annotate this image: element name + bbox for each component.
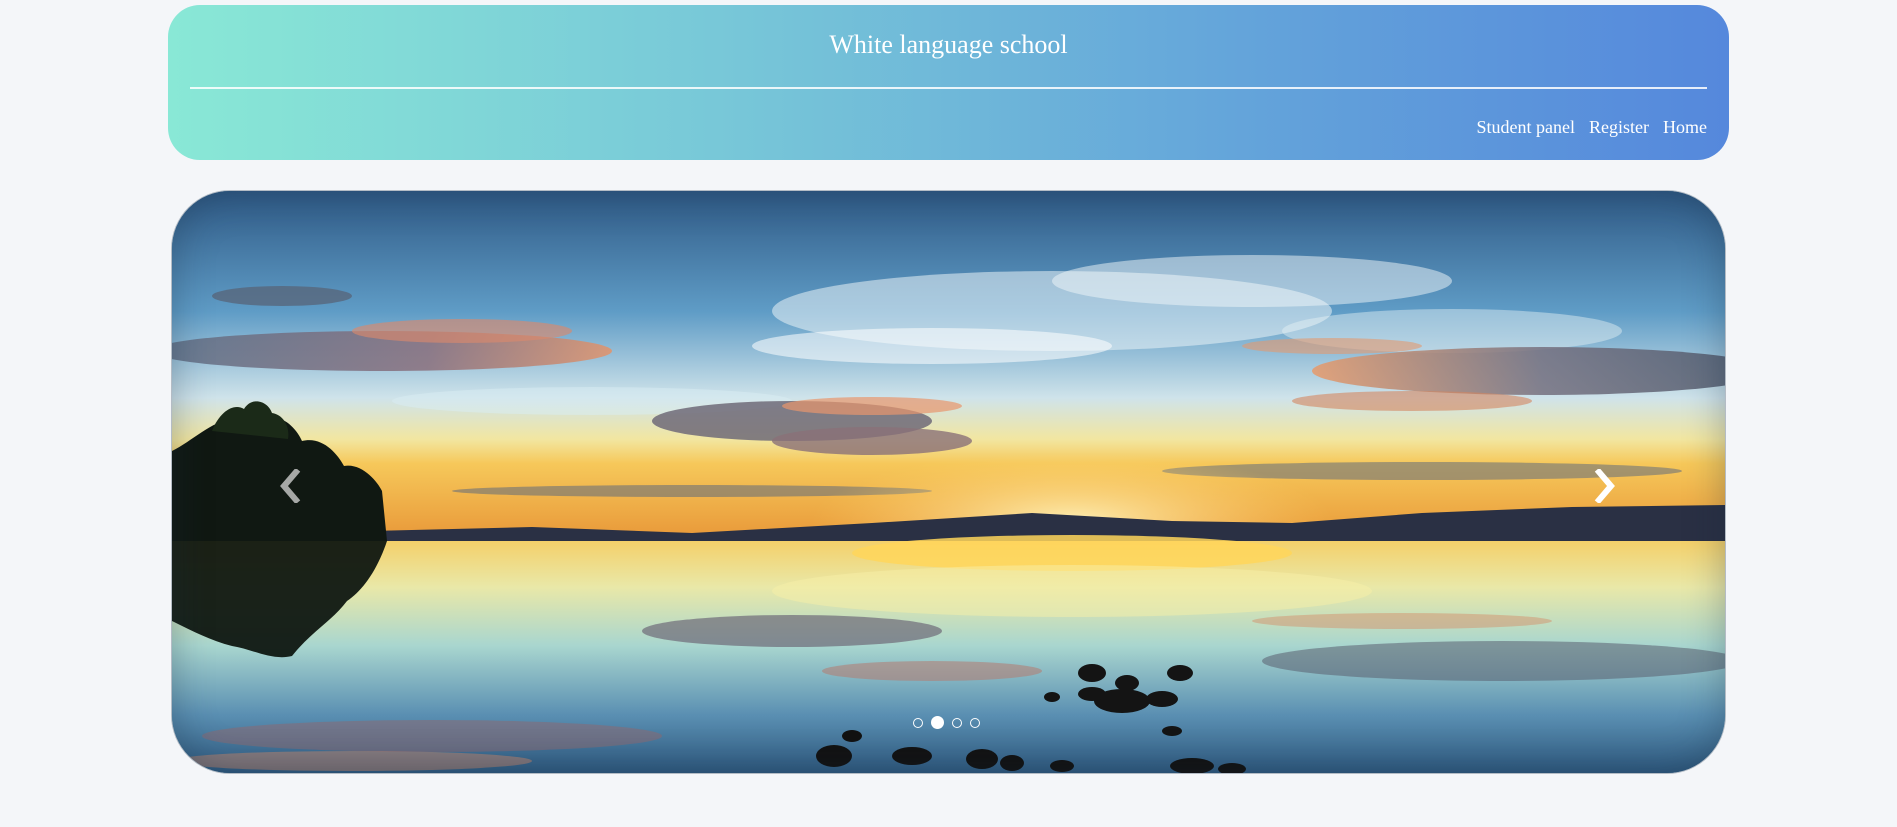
carousel-indicator-2[interactable] [931,716,944,729]
nav-link-student-panel[interactable]: Student panel [1477,116,1575,138]
site-title: White language school [829,30,1068,59]
image-carousel [172,191,1725,773]
nav-link-home[interactable]: Home [1663,116,1707,138]
carousel-indicators [913,716,980,729]
main-nav: Student panel Register Home [1477,116,1707,138]
carousel-indicator-4[interactable] [970,717,980,728]
carousel-indicator-1[interactable] [913,717,923,728]
carousel-indicator-3[interactable] [952,717,962,728]
header-divider [190,87,1707,89]
chevron-right-icon [1594,469,1615,503]
nav-link-register[interactable]: Register [1589,116,1649,138]
carousel-prev-button[interactable] [275,466,305,506]
chevron-left-icon [280,469,301,503]
carousel-next-button[interactable] [1590,466,1620,506]
carousel-vignette [172,191,1725,773]
site-header: White language school Student panel Regi… [168,5,1729,160]
